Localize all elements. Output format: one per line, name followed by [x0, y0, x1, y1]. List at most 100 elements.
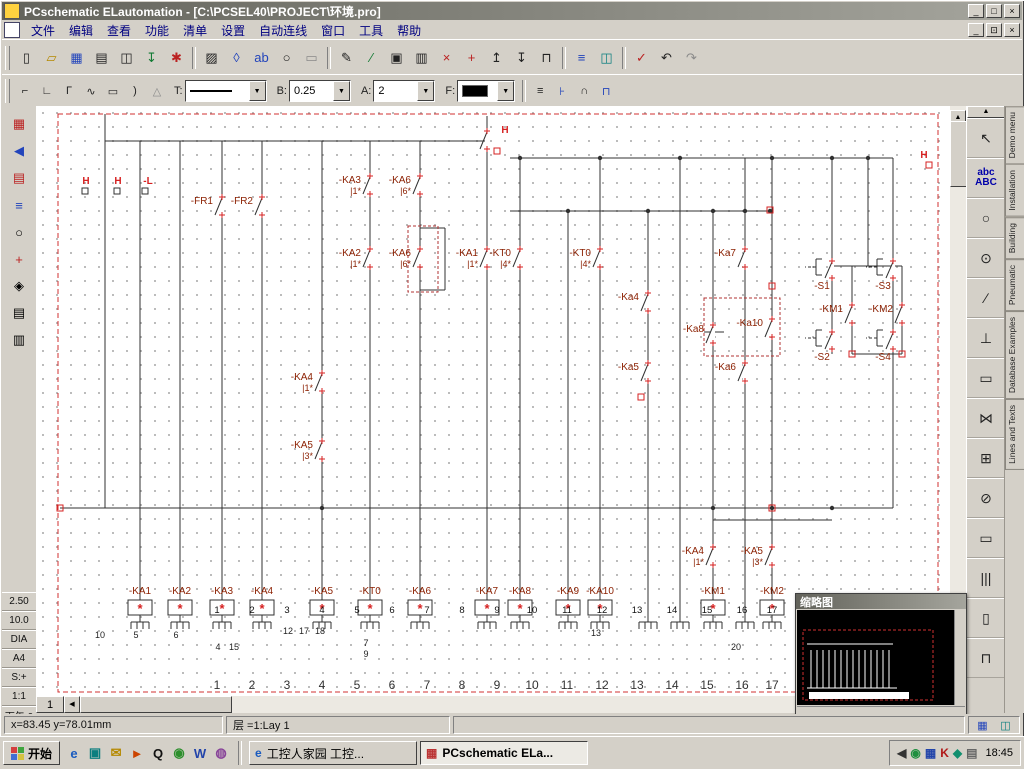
connection-point-button[interactable]: ⊦ — [551, 80, 573, 102]
chevron-down-icon[interactable]: ▼ — [333, 81, 350, 101]
status-save-icon[interactable]: ▦ — [977, 719, 987, 732]
hscroll-thumb[interactable] — [80, 696, 232, 713]
object-list-button[interactable]: ≡ — [569, 45, 594, 70]
circle-mode-button[interactable]: ○ — [274, 45, 299, 70]
delete-button[interactable]: × — [434, 45, 459, 70]
line-type-combo[interactable]: ▼ — [185, 80, 267, 102]
spell-check-button[interactable]: ✓ — [629, 45, 654, 70]
box-symbol[interactable]: ⊞ — [967, 438, 1005, 478]
tray-im-icon[interactable]: ◆ — [953, 746, 962, 760]
notes-button[interactable]: ▤ — [5, 300, 33, 326]
three-phase-symbol[interactable]: ||| — [967, 558, 1005, 598]
symbol-tab-3[interactable]: Building — [1005, 217, 1024, 259]
ref-designation-button[interactable]: ≡ — [529, 80, 551, 102]
redo-button[interactable]: ↷ — [679, 45, 704, 70]
window-close-button[interactable]: × — [1004, 4, 1020, 18]
line-width-combo[interactable]: 0.25 ▼ — [289, 80, 351, 102]
overview-vscrollbar[interactable] — [954, 610, 965, 705]
paste-button[interactable]: ▥ — [409, 45, 434, 70]
signal-button[interactable]: ⊓ — [595, 80, 617, 102]
terminal-symbol[interactable]: ⊓ — [967, 638, 1005, 678]
line-button[interactable]: ∕ — [359, 45, 384, 70]
symbol-scroll-up-icon[interactable]: ▲ — [967, 106, 1005, 118]
angle-mode-button[interactable]: Γ — [58, 80, 80, 102]
quicklaunch-browser[interactable]: ◍ — [211, 743, 231, 763]
ortho-mode-button[interactable]: ∟ — [36, 80, 58, 102]
database-button[interactable]: ◫ — [594, 45, 619, 70]
scroll-left-icon[interactable]: ◀ — [64, 696, 80, 713]
chevron-down-icon[interactable]: ▼ — [497, 81, 514, 101]
tray-firewall-icon[interactable]: ▦ — [925, 746, 936, 760]
task-button-pcschematic[interactable]: ▦PCschematic ELa... — [420, 741, 588, 765]
mdi-minimize-button[interactable]: _ — [968, 23, 984, 37]
quicklaunch-media-player[interactable]: ► — [127, 743, 147, 763]
print-preview-button[interactable]: ◫ — [114, 45, 139, 70]
symbol-tab-5[interactable]: Database Examples — [1005, 311, 1024, 399]
tray-net-icon[interactable]: ▤ — [966, 746, 977, 760]
mdi-restore-button[interactable]: ⊡ — [986, 23, 1002, 37]
fuse-symbol[interactable]: ▯ — [967, 598, 1005, 638]
grid-snap-button[interactable]: ▦ — [5, 111, 33, 137]
circle-symbol[interactable]: ○ — [967, 198, 1005, 238]
menu-item-4[interactable]: 功能 — [138, 21, 176, 40]
area-mode-button[interactable]: ▭ — [299, 45, 324, 70]
tray-input-icon[interactable]: K — [940, 746, 949, 760]
overview-window[interactable]: 缩略图 — [795, 593, 967, 720]
menu-item-8[interactable]: 窗口 — [314, 21, 352, 40]
menu-item-7[interactable]: 自动连线 — [252, 21, 314, 40]
overview-content[interactable] — [797, 610, 965, 705]
quicklaunch-ie[interactable]: e — [64, 743, 84, 763]
quicklaunch-mail[interactable]: ✉ — [106, 743, 126, 763]
polyline-mode-button[interactable]: ⌐ — [14, 80, 36, 102]
reference-down-button[interactable]: ↧ — [509, 45, 534, 70]
copy-button[interactable]: ▣ — [384, 45, 409, 70]
reference-up-button[interactable]: ↥ — [484, 45, 509, 70]
chevron-down-icon[interactable]: ▼ — [249, 81, 266, 101]
arc-button[interactable]: ∩ — [573, 80, 595, 102]
symbol-menu-button[interactable]: ◊ — [224, 45, 249, 70]
valve-symbol[interactable]: ⋈ — [967, 398, 1005, 438]
start-button[interactable]: 开始 — [3, 741, 60, 765]
chevron-down-icon[interactable]: ▼ — [417, 81, 434, 101]
toolbar-grip[interactable] — [5, 46, 10, 70]
status-sync-icon[interactable]: ◫ — [1000, 719, 1010, 732]
terminal-row-button[interactable]: ⊓ — [534, 45, 559, 70]
contact-nc-symbol[interactable]: ⊥ — [967, 318, 1005, 358]
task-button-forum[interactable]: e工控人家园 工控... — [249, 741, 417, 765]
meter-symbol[interactable]: ⊙ — [967, 238, 1005, 278]
new-button[interactable]: ▯ — [14, 45, 39, 70]
window-minimize-button[interactable]: _ — [968, 4, 984, 18]
coil-symbol[interactable]: ▭ — [967, 358, 1005, 398]
export-button[interactable]: ↧ — [139, 45, 164, 70]
pencil-button[interactable]: ✎ — [334, 45, 359, 70]
angle-combo[interactable]: 2 ▼ — [373, 80, 435, 102]
tray-volume-icon[interactable]: ◀ — [897, 746, 906, 760]
log-button[interactable]: ▥ — [5, 327, 33, 353]
rect-mode-button[interactable]: ▭ — [102, 80, 124, 102]
arc-mode-button[interactable]: ) — [124, 80, 146, 102]
menu-item-5[interactable]: 清单 — [176, 21, 214, 40]
handbook-button[interactable]: ▤ — [5, 165, 33, 191]
menu-item-10[interactable]: 帮助 — [390, 21, 428, 40]
zoom-button[interactable]: ○ — [5, 219, 33, 245]
save-button[interactable]: ▦ — [64, 45, 89, 70]
lamp-symbol[interactable]: ⊘ — [967, 478, 1005, 518]
quicklaunch-qq[interactable]: Q — [148, 743, 168, 763]
undo-button[interactable]: ↶ — [654, 45, 679, 70]
menu-item-3[interactable]: 查看 — [100, 21, 138, 40]
net-navigator-button[interactable]: ◈ — [5, 273, 33, 299]
color-combo[interactable]: ▼ — [457, 80, 515, 102]
symbol-tab-2[interactable]: Installation — [1005, 164, 1024, 217]
settings-button[interactable]: ✱ — [164, 45, 189, 70]
menu-item-1[interactable]: 文件 — [24, 21, 62, 40]
symbol-tab-6[interactable]: Lines and Texts — [1005, 399, 1024, 470]
menu-item-2[interactable]: 编辑 — [62, 21, 100, 40]
draft-mode-button[interactable]: ▨ — [199, 45, 224, 70]
open-button[interactable]: ▱ — [39, 45, 64, 70]
text-symbol[interactable]: abc ABC — [967, 158, 1005, 198]
speaker-button[interactable]: ◀ — [5, 138, 33, 164]
move-button[interactable]: + — [459, 45, 484, 70]
contact-no-symbol[interactable]: ∕ — [967, 278, 1005, 318]
symbol-tab-1[interactable]: Demo menu — [1005, 106, 1024, 164]
mdi-close-button[interactable]: × — [1004, 23, 1020, 37]
